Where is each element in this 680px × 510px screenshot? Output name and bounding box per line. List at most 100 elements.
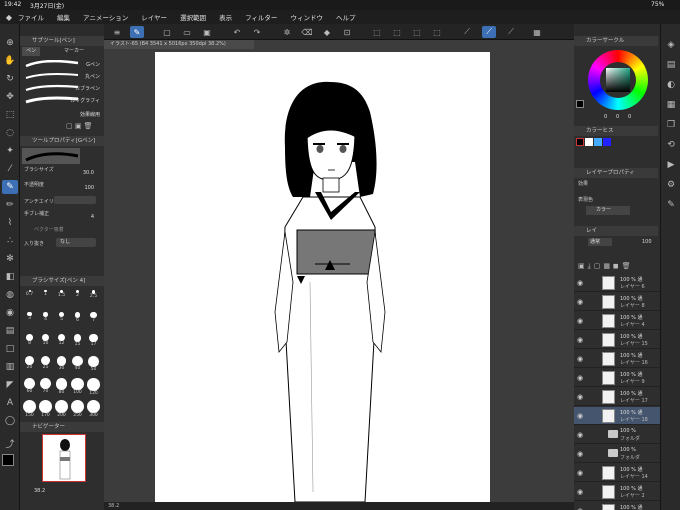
airbrush-icon[interactable]: ∴ [2, 234, 18, 248]
brush-size-option[interactable]: 200 [54, 400, 69, 418]
rotate-tool-icon[interactable]: ↻ [2, 72, 18, 86]
pencil-tool-icon[interactable]: ✏ [2, 198, 18, 212]
subtool-tab-pen[interactable]: ペン [22, 47, 41, 56]
brush-size-option[interactable]: 8 [22, 334, 37, 350]
color-saturation-box[interactable] [606, 68, 630, 92]
brush-size-option[interactable]: 1.5 [54, 290, 69, 306]
text-tool-icon[interactable]: A [2, 396, 18, 410]
layer-row[interactable]: ◉ 100 % 通レイヤー 4 [574, 312, 660, 330]
brush-size-option[interactable]: 25 [38, 356, 53, 372]
zoom-tool-icon[interactable]: ⊕ [2, 36, 18, 50]
menu-window[interactable]: ウィンドウ [290, 12, 323, 22]
subtool-tab-marker[interactable]: マーカー [60, 47, 88, 56]
brush-size-option[interactable]: 2 [70, 290, 85, 306]
panel-toggle-icon[interactable]: ◈ [663, 38, 679, 52]
menu-help[interactable]: ヘルプ [336, 12, 356, 22]
brush-size-option[interactable]: 40 [70, 356, 85, 372]
layer-row[interactable]: ◉ 100 % フォルダ [574, 445, 660, 463]
brush-g-pen[interactable]: Gペン [86, 61, 100, 68]
eye-icon[interactable]: ◉ [577, 317, 583, 325]
menu-file[interactable]: ファイル [18, 12, 44, 22]
figure-icon[interactable]: □ [2, 342, 18, 356]
expression-color-select[interactable]: カラー [586, 206, 630, 215]
drawing-canvas[interactable] [155, 52, 490, 502]
brush-size-option[interactable]: 4 [38, 312, 53, 328]
menu-animation[interactable]: アニメーション [83, 12, 128, 22]
brush-size-option[interactable]: 3 [22, 312, 37, 328]
redo-icon[interactable]: ↷ [250, 26, 264, 38]
navigator-toggle-icon[interactable]: ◐ [663, 78, 679, 92]
opacity-value[interactable]: 100 [84, 185, 94, 191]
layer-row[interactable]: ◉ 100 % 通レイヤー 14 [574, 464, 660, 482]
stabilization-value[interactable]: 4 [91, 214, 94, 220]
brush-size-option[interactable]: 80 [54, 378, 69, 395]
eye-icon[interactable]: ◉ [577, 279, 583, 287]
gradient-icon[interactable]: ▤ [2, 324, 18, 338]
brush-size-option[interactable]: 120 [86, 378, 101, 396]
invert-selection-icon[interactable]: ⬚ [410, 26, 424, 38]
brush-size-option[interactable]: 300 [86, 400, 101, 418]
menu-selection[interactable]: 選択範囲 [180, 12, 206, 22]
layer-row[interactable]: ◉ 100 % 通レイヤー 2 [574, 483, 660, 501]
layer-row[interactable]: ◉ 100 % 通レイヤー 15 [574, 331, 660, 349]
layer-row[interactable]: ◉ 100 % 通レイヤー 18 [574, 407, 660, 425]
correct-line-icon[interactable]: ⤴ [2, 436, 18, 450]
brush-size-option[interactable]: 15 [70, 334, 85, 350]
brush-effect-line[interactable]: 効果線用 [80, 111, 100, 118]
navigator-zoom[interactable]: 38.2 [34, 488, 45, 494]
current-color-swatch[interactable] [576, 100, 584, 108]
layer-action-icons[interactable]: ▣⤓▢▦◼🗑 [578, 262, 634, 271]
clip-studio-icon[interactable]: ▦ [530, 26, 544, 38]
brush-tool-icon[interactable]: ⌇ [2, 216, 18, 230]
layer-opacity-value[interactable]: 100 [642, 239, 652, 245]
blend-tool-icon[interactable]: ◍ [2, 288, 18, 302]
eye-icon[interactable]: ◉ [577, 336, 583, 344]
blend-mode-select[interactable]: 通常 [588, 238, 612, 246]
gear-icon[interactable]: ✲ [280, 26, 294, 38]
decoration-icon[interactable]: ✻ [2, 252, 18, 266]
layer-row[interactable]: ◉ 100 % 通レイヤー 16 [574, 350, 660, 368]
eye-icon[interactable]: ◉ [577, 488, 583, 496]
crop-icon[interactable]: ⬚ [430, 26, 444, 38]
eraser-icon[interactable]: ◧ [2, 270, 18, 284]
layer-row[interactable]: ◉ 100 % 通レイヤー 6 [574, 274, 660, 292]
canvas-zoom-value[interactable]: 38.2 [108, 503, 119, 509]
ruler-icon[interactable]: ⟋ [460, 26, 474, 38]
new-file-icon[interactable]: ▢ [160, 26, 174, 38]
brush-size-option[interactable]: 7 [86, 312, 101, 328]
eye-icon[interactable]: ◉ [577, 393, 583, 401]
settings-icon[interactable]: ⚙ [663, 178, 679, 192]
brush-size-value[interactable]: 30.0 [83, 170, 94, 176]
auto-select-icon[interactable]: ✦ [2, 144, 18, 158]
brush-size-option[interactable]: 0.7 [22, 290, 37, 306]
eye-icon[interactable]: ◉ [577, 355, 583, 363]
brush-size-option[interactable]: 2.5 [86, 290, 101, 306]
brush-size-option[interactable]: 17 [86, 334, 101, 350]
entry-exit-select[interactable]: なし [56, 238, 96, 247]
clear-icon[interactable]: ⌫ [300, 26, 314, 38]
layer-row[interactable]: ◉ 100 % 通レイヤー 17 [574, 388, 660, 406]
eye-icon[interactable]: ◉ [577, 298, 583, 306]
navigator-preview[interactable] [42, 434, 86, 482]
eye-icon[interactable]: ◉ [577, 374, 583, 382]
color-palette-icon[interactable]: ▦ [663, 98, 679, 112]
brush-size-option[interactable]: 60 [22, 378, 37, 394]
special-ruler-icon[interactable]: ⟋ [504, 26, 518, 38]
brush-kabura-pen[interactable]: カブラペン [75, 85, 100, 92]
color-history-swatches[interactable] [576, 138, 611, 146]
select-all-icon[interactable]: ⬚ [370, 26, 384, 38]
layer-row[interactable]: ◉ 100 % 通レイヤー 8 [574, 293, 660, 311]
brush-size-option[interactable]: 30 [54, 356, 69, 372]
material-icon[interactable]: ▤ [663, 58, 679, 72]
animation-icon[interactable]: ▶ [663, 158, 679, 172]
brush-size-option[interactable]: 10 [38, 334, 53, 350]
brush-size-option[interactable]: 20 [22, 356, 37, 372]
brush-size-option[interactable]: 170 [38, 400, 53, 418]
menu-edit[interactable]: 編集 [57, 12, 70, 22]
color-wheel[interactable] [588, 50, 648, 110]
fill-bucket-icon[interactable]: ◉ [2, 306, 18, 320]
eye-icon[interactable]: ◉ [577, 412, 583, 420]
eye-icon[interactable]: ◉ [577, 469, 583, 477]
eyedropper-icon[interactable]: ⁄ [2, 162, 18, 176]
lasso-tool-icon[interactable]: ◌ [2, 126, 18, 140]
